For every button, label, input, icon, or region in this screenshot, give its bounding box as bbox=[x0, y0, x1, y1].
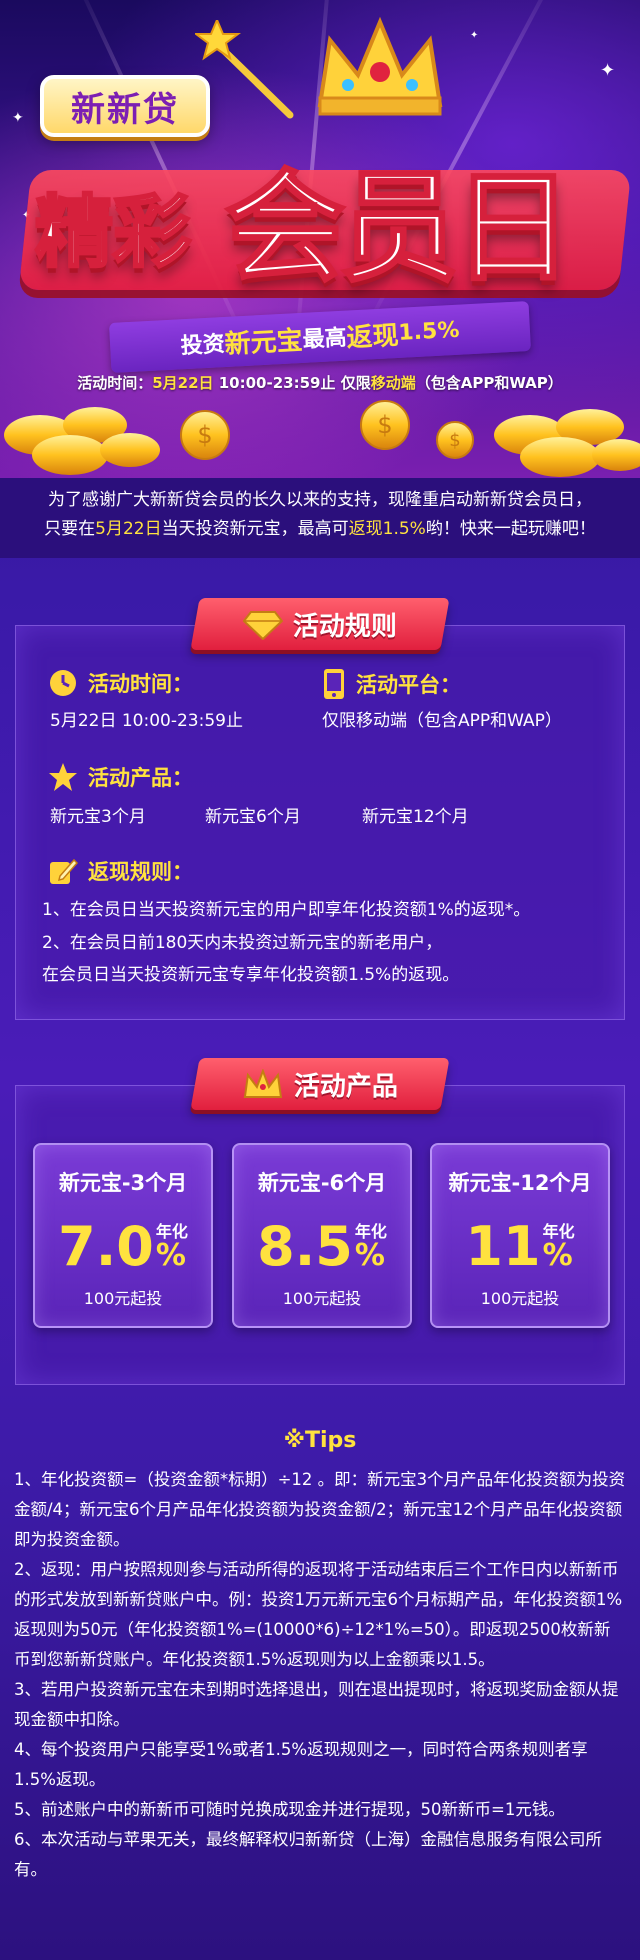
diamond-icon bbox=[242, 610, 283, 639]
crown-icon bbox=[243, 1068, 283, 1097]
product-card-12-month[interactable]: 新元宝-12个月 11 年化% 100元起投 bbox=[430, 1143, 610, 1328]
hero-banner: ✦ ✦ ✦ ✦ 新新贷 精彩 会员日 投资新元宝最高返现1.5% 活动时间：5月… bbox=[0, 0, 640, 478]
star-icon bbox=[49, 763, 77, 791]
product-rate: 11 年化% bbox=[465, 1215, 575, 1278]
crown-icon bbox=[317, 16, 443, 116]
sparkle-icon: ✦ bbox=[600, 60, 616, 81]
brand-tag: 新新贷 bbox=[40, 75, 210, 137]
edit-pencil-icon bbox=[50, 858, 78, 884]
sparkle-icon: ✦ bbox=[12, 110, 24, 126]
rule-platform-value: 仅限移动端（包含APP和WAP） bbox=[322, 711, 562, 731]
tip-item: 5、前述账户中的新新币可随时兑换成现金并进行提现，50新新币=1元钱。 bbox=[14, 1800, 565, 1819]
tips-title: ※Tips bbox=[283, 1428, 357, 1453]
tip-item: 4、每个投资用户只能享受1%或者1.5%返现规则之一，同时符合两条规则者享1.5… bbox=[14, 1740, 588, 1789]
svg-text:$: $ bbox=[449, 430, 460, 451]
promo-ribbon: 投资 新元宝 最高 返现 1.5% bbox=[108, 301, 532, 373]
svg-text:$: $ bbox=[377, 411, 392, 439]
gold-ingots-decoration: $ $ $ bbox=[4, 400, 640, 477]
product-min-invest: 100元起投 bbox=[480, 1289, 560, 1308]
tip-item: 1、年化投资额=（投资金额*标期）÷12 。即：新元宝3个月产品年化投资额为投资… bbox=[14, 1470, 626, 1549]
svg-text:$: $ bbox=[197, 421, 212, 449]
rule-cashback-3: 在会员日当天投资新元宝专享年化投资额1.5%的返现。 bbox=[42, 965, 460, 985]
product-rate: 7.0 年化% bbox=[58, 1215, 188, 1278]
tip-item: 2、返现：用户按照规则参与活动所得的返现将于活动结束后三个工作日内以新新币的形式… bbox=[14, 1560, 623, 1669]
rule-product-1: 新元宝3个月 bbox=[50, 807, 146, 827]
product-card-3-month[interactable]: 新元宝-3个月 7.0 年化% 100元起投 bbox=[33, 1143, 213, 1328]
tip-item: 3、若用户投资新元宝在未到期时选择退出，则在退出提现时，将返现奖励金额从提现金额… bbox=[14, 1680, 619, 1729]
rule-cashback-1: 1、在会员日当天投资新元宝的用户即享年化投资额1%的返现*。 bbox=[42, 900, 531, 920]
product-rate: 8.5 年化% bbox=[257, 1215, 387, 1278]
product-name: 新元宝-12个月 bbox=[448, 1171, 592, 1195]
rule-product-heading: 活动产品： bbox=[48, 762, 193, 792]
intro-line-1: 为了感谢广大新新贷会员的长久以来的支持，现隆重启动新新贷会员日， bbox=[48, 490, 592, 510]
sparkle-icon: ✦ bbox=[470, 30, 479, 41]
tip-item: 6、本次活动与苹果无关，最终解释权归新新贷（上海）金融信息服务有限公司所有。 bbox=[14, 1830, 602, 1879]
intro-text: 为了感谢广大新新贷会员的长久以来的支持，现隆重启动新新贷会员日， 只要在5月22… bbox=[0, 478, 640, 558]
page: ✦ ✦ ✦ ✦ 新新贷 精彩 会员日 投资新元宝最高返现1.5% 活动时间：5月… bbox=[0, 0, 640, 1960]
mobile-phone-icon bbox=[324, 669, 344, 699]
rule-product-2: 新元宝6个月 bbox=[205, 807, 301, 827]
hero-title-part-1: 精彩 bbox=[33, 187, 192, 280]
rule-product-3: 新元宝12个月 bbox=[362, 807, 469, 827]
hero-title-part-2: 会员日 bbox=[224, 158, 575, 300]
product-card-6-month[interactable]: 新元宝-6个月 8.5 年化% 100元起投 bbox=[232, 1143, 412, 1328]
magic-wand-icon bbox=[195, 20, 294, 119]
product-name: 新元宝-6个月 bbox=[257, 1171, 387, 1195]
rule-time-value: 5月22日 10:00-23:59止 bbox=[50, 711, 243, 731]
hero-title: 精彩 会员日 bbox=[18, 130, 632, 300]
rule-cashback-heading: 返现规则： bbox=[48, 856, 193, 886]
product-min-invest: 100元起投 bbox=[282, 1289, 362, 1308]
product-name: 新元宝-3个月 bbox=[58, 1171, 188, 1195]
clock-icon bbox=[50, 670, 76, 696]
rule-cashback-2: 2、在会员日前180天内未投资过新元宝的新老用户， bbox=[42, 933, 443, 953]
rule-time-heading: 活动时间： bbox=[48, 668, 193, 698]
tips-list: 1、年化投资额=（投资金额*标期）÷12 。即：新元宝3个月产品年化投资额为投资… bbox=[14, 1465, 626, 1885]
products-heading: 活动产品 bbox=[190, 1058, 450, 1110]
product-min-invest: 100元起投 bbox=[83, 1289, 163, 1308]
rule-platform-heading: 活动平台： bbox=[322, 668, 461, 700]
rules-heading: 活动规则 bbox=[190, 598, 450, 650]
intro-line-2: 只要在5月22日当天投资新元宝，最高可返现1.5%哟！快来一起玩赚吧！ bbox=[44, 519, 596, 539]
